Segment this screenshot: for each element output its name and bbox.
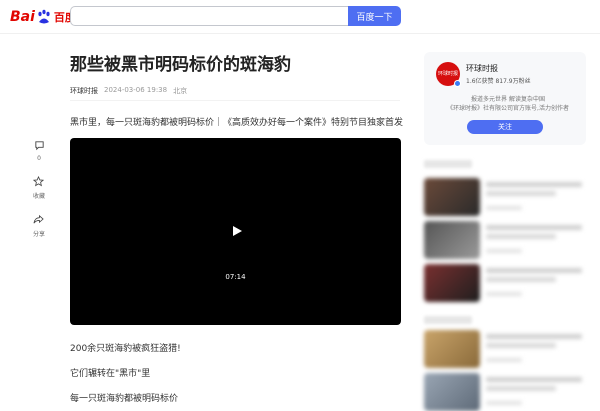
author-stats: 1.6亿获赞 817.9万粉丝 <box>466 78 531 85</box>
recommend-item[interactable] <box>424 264 586 302</box>
author-avatar[interactable]: 环球时报 <box>436 62 461 87</box>
recommend-line <box>486 292 522 296</box>
recommend-line <box>486 334 582 339</box>
paragraph: 它们辗转在"黑市"里 <box>70 369 151 379</box>
article-source[interactable]: 环球时报 <box>70 86 98 96</box>
recommend-thumbnail <box>424 178 480 216</box>
search-input[interactable] <box>70 6 350 26</box>
recommend-line <box>486 234 556 239</box>
recommend-thumbnail <box>424 330 480 368</box>
comment-icon <box>34 141 44 151</box>
author-description: 报道多元世界 解读复杂中国 《环球时报》社有限公司官方账号,活力创作者 <box>436 95 580 113</box>
recommend-line <box>486 386 556 391</box>
baidu-logo[interactable]: Bai 百度 <box>10 8 76 26</box>
divider <box>70 100 400 101</box>
author-desc-line: 《环球时报》社有限公司官方账号,活力创作者 <box>447 105 569 112</box>
recommend-heading <box>424 316 472 324</box>
recommend-thumbnail <box>424 373 480 411</box>
article-meta: 环球时报 2024-03-06 19:38 北京 <box>70 86 187 96</box>
recommend-line <box>486 277 556 282</box>
star-icon <box>33 176 45 187</box>
share-label: 分享 <box>32 231 45 238</box>
share-button[interactable]: 分享 <box>33 214 45 238</box>
article-location: 北京 <box>173 87 188 95</box>
share-icon <box>33 214 45 224</box>
comment-count: 0 <box>37 155 41 162</box>
recommend-line <box>486 206 522 210</box>
recommend-line <box>486 268 582 273</box>
recommend-line <box>486 358 522 362</box>
comment-button[interactable]: 0 <box>34 140 45 162</box>
paw-icon <box>38 9 50 24</box>
recommend-heading <box>424 160 472 168</box>
recommend-thumbnail <box>424 221 480 259</box>
recommend-item[interactable] <box>424 221 586 259</box>
recommend-thumbnail <box>424 264 480 302</box>
recommend-item[interactable] <box>424 373 586 411</box>
recommend-line <box>486 182 582 187</box>
side-toolbar: 0 收藏 分享 <box>28 140 50 252</box>
search-button[interactable]: 百度一下 <box>348 6 401 26</box>
paragraph: 每一只斑海豹都被明码标价 <box>70 394 179 404</box>
recommend-line <box>486 191 556 196</box>
collect-label: 收藏 <box>32 193 45 200</box>
recommend-line <box>486 249 522 253</box>
play-icon[interactable] <box>231 225 243 237</box>
collect-button[interactable]: 收藏 <box>33 176 45 200</box>
paragraph: 200余只斑海豹被疯狂盗猎! <box>70 344 181 354</box>
article-title: 那些被黑市明码标价的斑海豹 <box>70 55 291 75</box>
author-name[interactable]: 环球时报 <box>466 63 498 74</box>
verified-icon <box>454 80 461 87</box>
logo-text-bai: Bai <box>10 9 35 25</box>
recommend-line <box>486 377 582 382</box>
recommend-line <box>486 343 556 348</box>
video-duration: 07:14 <box>225 273 246 281</box>
author-desc-line: 报道多元世界 解读复杂中国 <box>471 96 545 103</box>
article-lead: 黑市里，每一只斑海豹都被明码标价｜《高质效办好每一个案件》特别节目独家首发 <box>70 118 404 128</box>
top-bar: Bai 百度 百度一下 <box>0 0 600 34</box>
recommend-line <box>486 225 582 230</box>
avatar-text: 环球时报 <box>437 71 458 77</box>
article-date: 2024-03-06 19:38 <box>104 86 168 94</box>
recommend-item[interactable] <box>424 178 586 216</box>
follow-button[interactable]: 关注 <box>467 120 543 134</box>
recommend-line <box>486 401 522 405</box>
recommend-item[interactable] <box>424 330 586 368</box>
